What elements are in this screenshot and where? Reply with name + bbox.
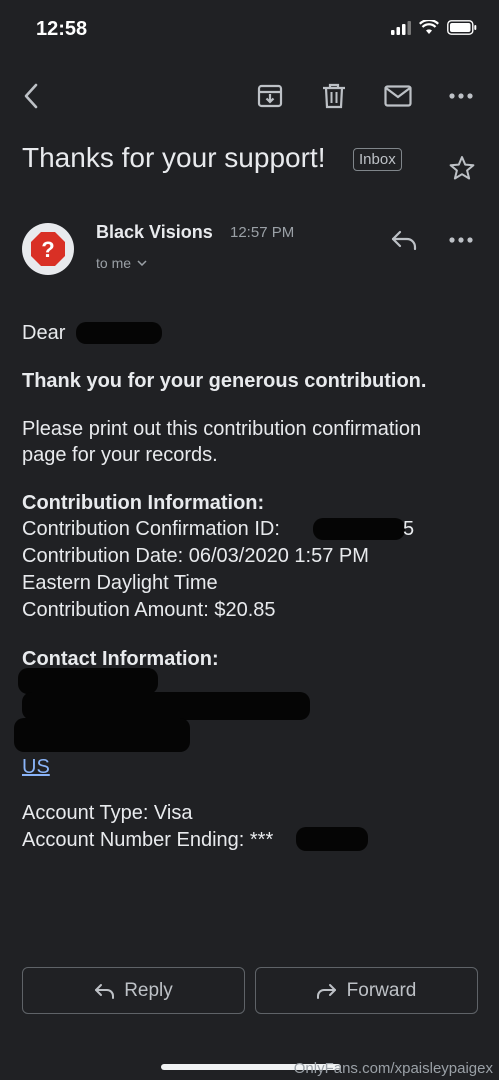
status-icons [391,20,477,35]
redaction-mark [14,718,190,752]
forward-button-label: Forward [346,979,417,1001]
star-icon [449,156,475,180]
sender-name[interactable]: Black Visions [96,222,213,243]
confirmation-id-label: Contribution Confirmation ID: [22,518,280,540]
account-type: Account Type: Visa [22,802,193,824]
mail-icon [384,85,412,107]
contribution-date: Contribution Date: 06/03/2020 1:57 PM [22,545,369,567]
question-mark-icon: ? [31,232,65,266]
reply-icon-button[interactable] [390,228,418,252]
sender-more-button[interactable] [448,234,474,246]
back-button[interactable] [16,80,46,112]
contribution-heading: Contribution Information: [22,492,265,514]
more-options-button[interactable] [448,88,474,104]
reply-button[interactable]: Reply [22,967,245,1014]
delete-button[interactable] [321,82,347,110]
mark-unread-button[interactable] [383,84,413,108]
chevron-down-icon [137,260,147,266]
watermark: OnlyFans.com/xpaisleypaigex [293,1060,493,1077]
reply-button-label: Reply [124,979,173,1001]
forward-arrow-icon [316,983,336,999]
archive-icon [257,84,283,108]
print-instruction-line-1: Please print out this contribution confi… [22,418,422,440]
archive-button[interactable] [256,82,284,110]
recipient-details-toggle[interactable]: to me [96,255,147,271]
redaction-mark [313,518,405,540]
sent-time: 12:57 PM [230,224,295,241]
redaction-mark [296,827,368,851]
chevron-left-icon [24,83,38,109]
redaction-mark [22,692,310,720]
email-subject: Thanks for your support! [22,142,326,173]
redaction-mark [76,322,162,344]
inbox-label-chip[interactable]: Inbox [353,148,402,171]
country-link[interactable]: US [22,754,50,780]
trash-icon [323,83,345,109]
cellular-signal-icon [391,20,411,35]
account-number: Account Number Ending: *** [22,829,274,851]
forward-button[interactable]: Forward [255,967,478,1014]
thanks-message: Thank you for your generous contribution… [22,370,427,392]
redaction-mark [18,668,158,694]
wifi-icon [419,20,439,34]
status-time: 12:58 [36,18,88,40]
more-horizontal-icon [449,93,473,99]
greeting: Dear [22,322,66,344]
battery-icon [447,20,477,35]
reply-arrow-icon [391,230,417,250]
contribution-timezone: Eastern Daylight Time [22,572,218,594]
print-instruction-line-2: page for your records. [22,444,218,466]
star-button[interactable] [448,154,476,182]
confirmation-id-suffix: 5 [403,518,415,540]
sender-avatar[interactable]: ? [22,223,74,275]
reply-arrow-icon [95,983,115,999]
avatar-glyph: ? [41,237,54,262]
more-horizontal-icon [449,237,473,243]
contribution-amount: Contribution Amount: $20.85 [22,599,276,621]
recipient-label: to me [96,255,132,271]
